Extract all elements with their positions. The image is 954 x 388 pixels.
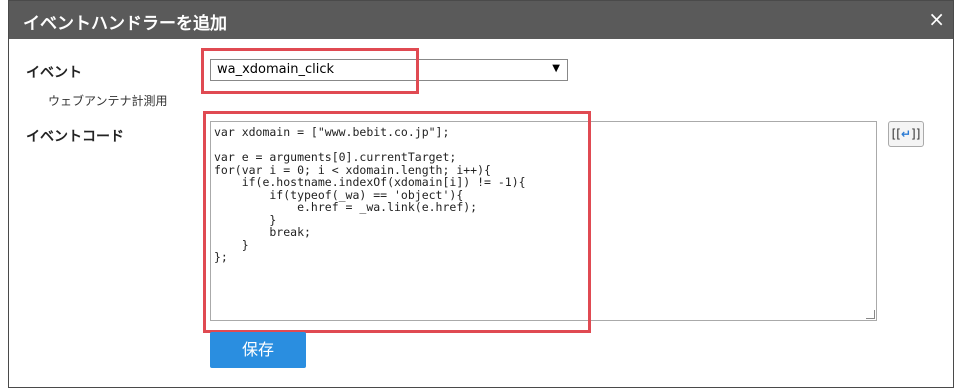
- format-button[interactable]: [[↵]]: [888, 121, 924, 147]
- format-return-icon: [[↵]]: [891, 127, 921, 141]
- dialog-title: イベントハンドラーを追加: [23, 14, 227, 34]
- event-code-label: イベントコード: [26, 129, 124, 145]
- event-sublabel: ウェブアンテナ計測用: [48, 94, 168, 108]
- event-select-value: wa_xdomain_click: [217, 62, 335, 77]
- close-icon[interactable]: ×: [928, 7, 945, 31]
- event-code-textarea[interactable]: var xdomain = ["www.bebit.co.jp"]; var e…: [210, 121, 877, 321]
- event-label: イベント: [26, 65, 82, 81]
- save-button[interactable]: 保存: [210, 332, 306, 368]
- chevron-down-icon: ▼: [552, 63, 560, 74]
- resize-handle[interactable]: [866, 310, 875, 319]
- dialog-titlebar: イベントハンドラーを追加 ×: [9, 1, 953, 39]
- event-select[interactable]: wa_xdomain_click ▼: [210, 59, 568, 81]
